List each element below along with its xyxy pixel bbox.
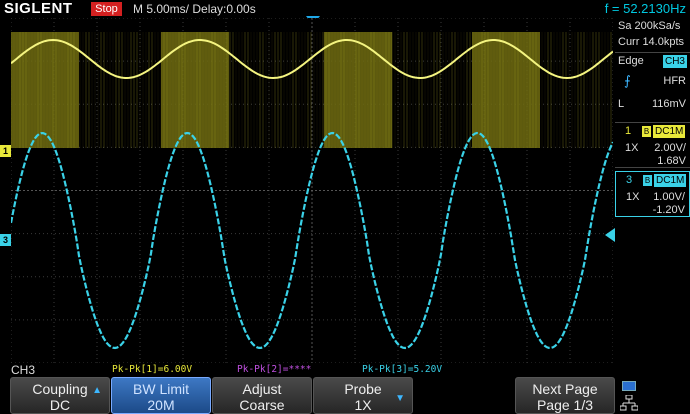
- coupling-value: DC: [49, 397, 71, 413]
- rising-edge-icon: ⨍: [624, 73, 631, 88]
- measure-ch2-pkpk: Pk-Pk[2]=****: [237, 364, 312, 375]
- ch1-info-box[interactable]: 1 B DC1M 1X 2.00V/ 1.68V: [615, 122, 690, 168]
- measure-source: CH3: [11, 363, 36, 377]
- run-stop-indicator[interactable]: Stop: [91, 2, 122, 16]
- trigger-level-row[interactable]: L 116mV: [615, 96, 690, 112]
- ch1-scale: 2.00V/: [654, 142, 686, 154]
- arrow-up-icon: ▲: [92, 385, 102, 396]
- right-info-panel: Sa 200kSa/s Curr 14.0kpts Edge CH3 ⨍ HFR…: [615, 18, 690, 363]
- bandwidth-limit-icon: B: [643, 175, 652, 186]
- trigger-mode: HFR: [663, 75, 686, 87]
- page-indicator: Page 1/3: [536, 397, 594, 413]
- ch1-coupling: DC1M: [653, 125, 686, 138]
- trigger-level-marker[interactable]: [605, 228, 615, 242]
- adjust-button[interactable]: Adjust Coarse: [212, 377, 312, 414]
- waveform-canvas: [11, 18, 613, 363]
- adjust-label: Adjust: [242, 381, 282, 397]
- coupling-button[interactable]: Coupling DC ▲: [10, 377, 110, 414]
- softkey-bar: Coupling DC ▲ BW Limit 20M Adjust Coarse…: [0, 377, 690, 414]
- trigger-type-row[interactable]: Edge CH3: [615, 52, 690, 68]
- frequency-counter: f = 52.2130Hz: [604, 1, 686, 16]
- top-status-bar: SIGLENT Stop M 5.00ms/ Delay:0.00s f = 5…: [0, 0, 690, 18]
- probe-button[interactable]: Probe 1X ▼: [313, 377, 413, 414]
- bw-limit-value: 20M: [147, 397, 175, 413]
- memory-depth: Curr 14.0kpts: [618, 36, 685, 48]
- timebase-readout: M 5.00ms/ Delay:0.00s: [133, 2, 256, 16]
- sample-rate: Sa 200kSa/s: [618, 20, 681, 32]
- arrow-down-icon: ▼: [395, 393, 405, 404]
- ch1-offset-marker[interactable]: 1: [0, 145, 11, 157]
- waveform-display[interactable]: [11, 18, 613, 363]
- trigger-source-badge: CH3: [662, 55, 687, 68]
- ch1-offset: 1.68V: [657, 155, 686, 167]
- ch1-waveform-band: [11, 32, 612, 148]
- ch3-probe: 1X: [626, 191, 640, 203]
- ch1-probe: 1X: [625, 142, 639, 154]
- network-icon: [619, 394, 639, 411]
- ch1-number: 1: [625, 125, 632, 137]
- next-page-button[interactable]: Next Page Page 1/3: [515, 377, 615, 414]
- ch3-coupling: DC1M: [654, 174, 687, 187]
- brand-logo: SIGLENT: [4, 0, 73, 17]
- usb-icon: [622, 381, 636, 391]
- measurement-bar: CH3 Pk-Pk[1]=6.00V Pk-Pk[2]=**** Pk-Pk[3…: [0, 363, 690, 377]
- adjust-value: Coarse: [239, 397, 285, 413]
- trigger-level: 116mV: [651, 98, 686, 110]
- ch3-offset: -1.20V: [652, 204, 685, 216]
- system-status-icons: [619, 380, 640, 412]
- ch3-offset-marker[interactable]: 3: [0, 234, 11, 246]
- bandwidth-limit-icon: B: [642, 126, 651, 137]
- next-page-label: Next Page: [532, 381, 598, 397]
- trigger-type: Edge: [618, 55, 644, 67]
- ch3-number: 3: [626, 174, 633, 186]
- measure-ch3-pkpk: Pk-Pk[3]=5.20V: [362, 364, 443, 375]
- ch3-info-box[interactable]: 3 B DC1M 1X 1.00V/ -1.20V: [615, 171, 690, 217]
- trigger-mode-row[interactable]: ⨍ HFR: [615, 73, 690, 89]
- bw-limit-button[interactable]: BW Limit 20M: [111, 377, 211, 414]
- ch3-scale: 1.00V/: [653, 191, 685, 203]
- level-label: L: [618, 98, 625, 110]
- measure-ch1-pkpk: Pk-Pk[1]=6.00V: [112, 364, 193, 375]
- bw-limit-label: BW Limit: [133, 381, 189, 397]
